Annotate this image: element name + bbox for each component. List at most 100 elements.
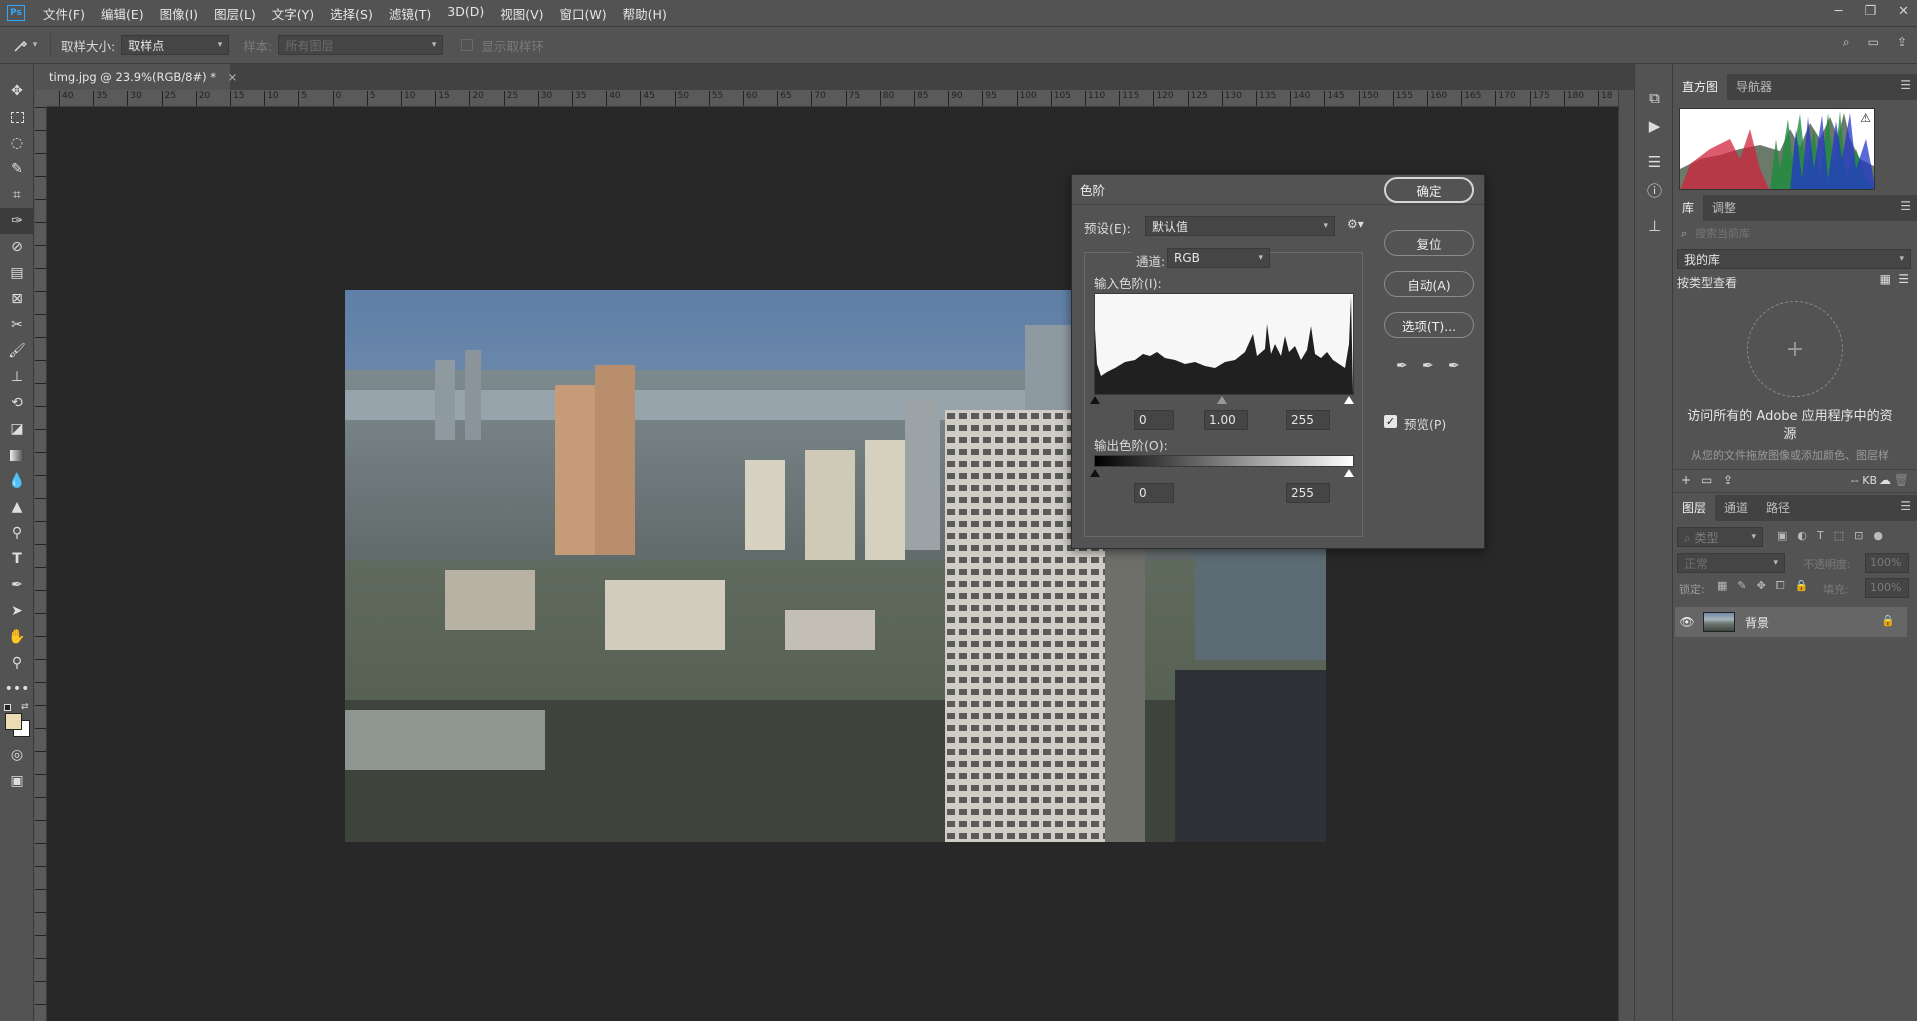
auto-button[interactable]: 自动(A)	[1384, 271, 1474, 297]
library-search-input[interactable]: 搜索当前库	[1695, 225, 1855, 241]
chevron-down-icon[interactable]: ▾	[33, 40, 38, 50]
color-swatches[interactable]: ⇄	[0, 702, 34, 742]
folder-icon[interactable]: ▭	[1701, 473, 1712, 487]
grid-view-icon[interactable]: ▦	[1880, 272, 1891, 286]
minimize-icon[interactable]: ─	[1835, 4, 1843, 19]
crop-tool-icon[interactable]: ⌗	[0, 182, 34, 208]
workspace-icon[interactable]: ▭	[1868, 35, 1879, 50]
ruler-left[interactable]	[35, 107, 47, 1021]
tab-libraries[interactable]: 库	[1673, 195, 1704, 221]
menu-item[interactable]: 文件(F)	[35, 4, 93, 23]
smart-object-filter-icon[interactable]: ⊡	[1854, 529, 1863, 542]
properties-panel-icon[interactable]: ☰	[1635, 148, 1674, 176]
tab-paths[interactable]: 路径	[1757, 495, 1799, 521]
input-black-field[interactable]: 0	[1134, 410, 1174, 430]
move-tool-icon[interactable]: ✥	[0, 78, 34, 104]
eyedropper-tool-preset-icon[interactable]: ▾	[0, 37, 50, 53]
sample-select[interactable]: 所有图层 ▾	[278, 35, 444, 55]
upload-icon[interactable]: ⇪	[1723, 473, 1733, 487]
type-filter-icon[interactable]: T	[1817, 529, 1824, 542]
close-tab-icon[interactable]: ×	[228, 70, 238, 84]
add-asset-icon[interactable]: +	[1747, 301, 1843, 397]
pen-tool-icon[interactable]: ✒	[0, 572, 34, 598]
eraser-tool-icon[interactable]: ◪	[0, 416, 34, 442]
history-brush-tool-icon[interactable]: ⟲	[0, 390, 34, 416]
blend-mode-select[interactable]: 正常 ▾	[1677, 553, 1785, 573]
close-icon[interactable]: ✕	[1898, 4, 1909, 19]
menu-item[interactable]: 视图(V)	[492, 4, 551, 23]
options-button[interactable]: 选项(T)...	[1384, 312, 1474, 338]
brush-tool-icon[interactable]: 🖌	[0, 338, 34, 364]
menu-item[interactable]: 编辑(E)	[93, 4, 152, 23]
input-black-slider[interactable]	[1090, 396, 1100, 404]
black-point-eyedropper-icon[interactable]: ✒	[1396, 358, 1408, 374]
visibility-eye-icon[interactable]: 👁	[1675, 615, 1699, 629]
preset-select[interactable]: 默认值 ▾	[1145, 216, 1335, 236]
frame-tool-icon[interactable]: ⊠	[0, 286, 34, 312]
more-tools-icon[interactable]: •••	[0, 676, 34, 702]
stamp-panel-icon[interactable]: ⊥	[1635, 212, 1674, 240]
stamp-tool-icon[interactable]: ⊥	[0, 364, 34, 390]
pixel-filter-icon[interactable]: ▣	[1777, 529, 1787, 542]
document-tab[interactable]: timg.jpg @ 23.9%(RGB/8#) * ×	[35, 64, 237, 90]
eyedropper-tool-icon[interactable]: ✑	[0, 208, 34, 234]
lock-artboard-icon[interactable]: ⧠	[1776, 579, 1785, 593]
zoom-tool-icon[interactable]: ⚲	[0, 650, 34, 676]
view-by-select[interactable]: 按类型查看	[1677, 274, 1737, 291]
output-white-field[interactable]: 255	[1286, 483, 1330, 503]
menu-item[interactable]: 文字(Y)	[264, 4, 322, 23]
layer-name[interactable]: 背景	[1745, 614, 1769, 631]
output-black-field[interactable]: 0	[1134, 483, 1174, 503]
gray-point-eyedropper-icon[interactable]: ✒	[1422, 358, 1434, 374]
menu-item[interactable]: 窗口(W)	[552, 4, 615, 23]
restore-icon[interactable]: ❐	[1864, 4, 1876, 19]
actions-panel-icon[interactable]: ▶	[1635, 112, 1674, 140]
type-tool-icon[interactable]: T	[0, 546, 34, 572]
input-white-field[interactable]: 255	[1286, 410, 1330, 430]
input-gamma-slider[interactable]	[1217, 396, 1227, 404]
tab-navigator[interactable]: 导航器	[1727, 74, 1781, 100]
menu-item[interactable]: 选择(S)	[322, 4, 381, 23]
hand-tool-icon[interactable]: ✋	[0, 624, 34, 650]
ok-button[interactable]: 确定	[1384, 177, 1474, 203]
input-gamma-field[interactable]: 1.00	[1204, 410, 1248, 430]
warning-icon[interactable]: ⚠	[1860, 111, 1871, 125]
gradient-tool-icon[interactable]	[0, 442, 34, 468]
menu-item[interactable]: 3D(D)	[439, 4, 492, 23]
quick-mask-icon[interactable]: ◎	[0, 742, 34, 768]
scissors-icon[interactable]: ✂	[0, 312, 34, 338]
panel-menu-icon[interactable]: ☰	[1900, 78, 1911, 92]
layer-row[interactable]: 👁 背景 🔒	[1675, 607, 1907, 637]
lock-position-icon[interactable]: ✥	[1757, 579, 1766, 593]
dodge-tool-icon[interactable]: ⚲	[0, 520, 34, 546]
add-icon[interactable]: +	[1681, 473, 1691, 487]
swap-colors-icon[interactable]: ⇄	[21, 702, 29, 712]
input-white-slider[interactable]	[1344, 396, 1354, 404]
history-panel-icon[interactable]: ⧉	[1635, 84, 1674, 112]
layer-filter-select[interactable]: ⌕ 类型 ▾	[1677, 527, 1763, 547]
tab-channels[interactable]: 通道	[1715, 495, 1757, 521]
quick-select-tool-icon[interactable]: ✎	[0, 156, 34, 182]
share-icon[interactable]: ⇪	[1897, 35, 1907, 50]
menu-item[interactable]: 图像(I)	[152, 4, 206, 23]
patch-tool-icon[interactable]: ▤	[0, 260, 34, 286]
trash-icon[interactable]: 🗑	[1894, 473, 1909, 487]
menu-item[interactable]: 帮助(H)	[615, 4, 675, 23]
tab-adjustments[interactable]: 调整	[1703, 195, 1745, 221]
channel-select[interactable]: RGB ▾	[1167, 248, 1270, 268]
default-colors-icon[interactable]	[4, 704, 11, 711]
vertical-scrollbar[interactable]	[1618, 90, 1633, 1021]
fill-field[interactable]: 100%	[1865, 578, 1909, 598]
opacity-field[interactable]: 100%	[1865, 553, 1909, 573]
library-select[interactable]: 我的库 ▾	[1677, 249, 1911, 269]
menu-item[interactable]: 滤镜(T)	[381, 4, 439, 23]
ruler-top[interactable]: 40 35 30 25 20 15 10 5 0 5 10 15 20 25 30 35 40 45 50 55 60 6…	[47, 90, 1618, 107]
info-panel-icon[interactable]: ⓘ	[1635, 176, 1674, 204]
tab-layers[interactable]: 图层	[1673, 495, 1716, 521]
search-icon[interactable]: ⌕	[1843, 35, 1850, 50]
lasso-tool-icon[interactable]: ◌	[0, 130, 34, 156]
panel-menu-icon[interactable]: ☰	[1900, 499, 1911, 513]
cloud-sync-icon[interactable]: ☁	[1879, 473, 1891, 487]
shape-filter-icon[interactable]: ⬚	[1834, 529, 1844, 542]
path-select-tool-icon[interactable]: ➤	[0, 598, 34, 624]
